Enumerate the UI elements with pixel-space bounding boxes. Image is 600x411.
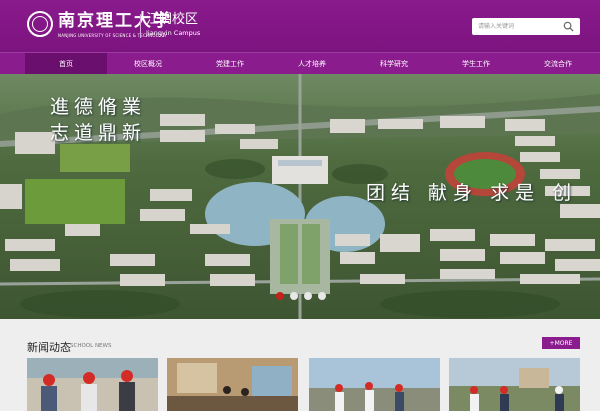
hero-slogan-left-line2: 志道鼎新	[50, 122, 147, 144]
search-box	[472, 18, 580, 35]
news-section-subtitle: SCHOOL NEWS	[70, 343, 112, 349]
campus-name-cn: 江阴校区	[146, 12, 199, 27]
site-header: 南京理工大学 NANJING UNIVERSITY OF SCIENCE & T…	[0, 0, 600, 52]
carousel-dot-1[interactable]	[276, 292, 284, 300]
more-news-button[interactable]: +MORE	[542, 337, 580, 349]
hero-slogan-right: 团结 献身 求是 创	[366, 182, 578, 204]
news-section: 新闻动态 SCHOOL NEWS +MORE	[0, 319, 600, 411]
carousel-dots	[276, 292, 326, 300]
nav-item-home[interactable]: 首页	[25, 53, 107, 74]
hero-banner[interactable]: 進德脩業 志道鼎新 团结 献身 求是 创	[0, 74, 600, 319]
university-seal-icon[interactable]	[27, 11, 53, 37]
nav-item-exchange[interactable]: 交流合作	[517, 53, 599, 74]
main-nav: 首页 校区概况 党建工作 人才培养 科学研究 学生工作 交流合作	[0, 52, 600, 74]
campus-name-en: Jiangyin Campus	[146, 29, 201, 37]
carousel-dot-4[interactable]	[318, 292, 326, 300]
news-thumbnail-3[interactable]	[309, 358, 440, 411]
nav-item-party-building[interactable]: 党建工作	[189, 53, 271, 74]
hero-slogan-left-line1: 進德脩業	[50, 96, 147, 118]
news-thumbnail-4[interactable]	[449, 358, 580, 411]
news-thumbnail-2[interactable]	[167, 358, 298, 411]
news-section-title: 新闻动态	[27, 341, 71, 354]
search-icon[interactable]	[563, 21, 574, 32]
carousel-dot-3[interactable]	[304, 292, 312, 300]
logo-divider	[140, 14, 141, 38]
carousel-dot-2[interactable]	[290, 292, 298, 300]
nav-item-talent-training[interactable]: 人才培养	[271, 53, 353, 74]
nav-item-student-affairs[interactable]: 学生工作	[435, 53, 517, 74]
nav-item-research[interactable]: 科学研究	[353, 53, 435, 74]
nav-item-campus-overview[interactable]: 校区概况	[107, 53, 189, 74]
news-thumbnail-1[interactable]	[27, 358, 158, 411]
search-input[interactable]	[478, 18, 558, 35]
